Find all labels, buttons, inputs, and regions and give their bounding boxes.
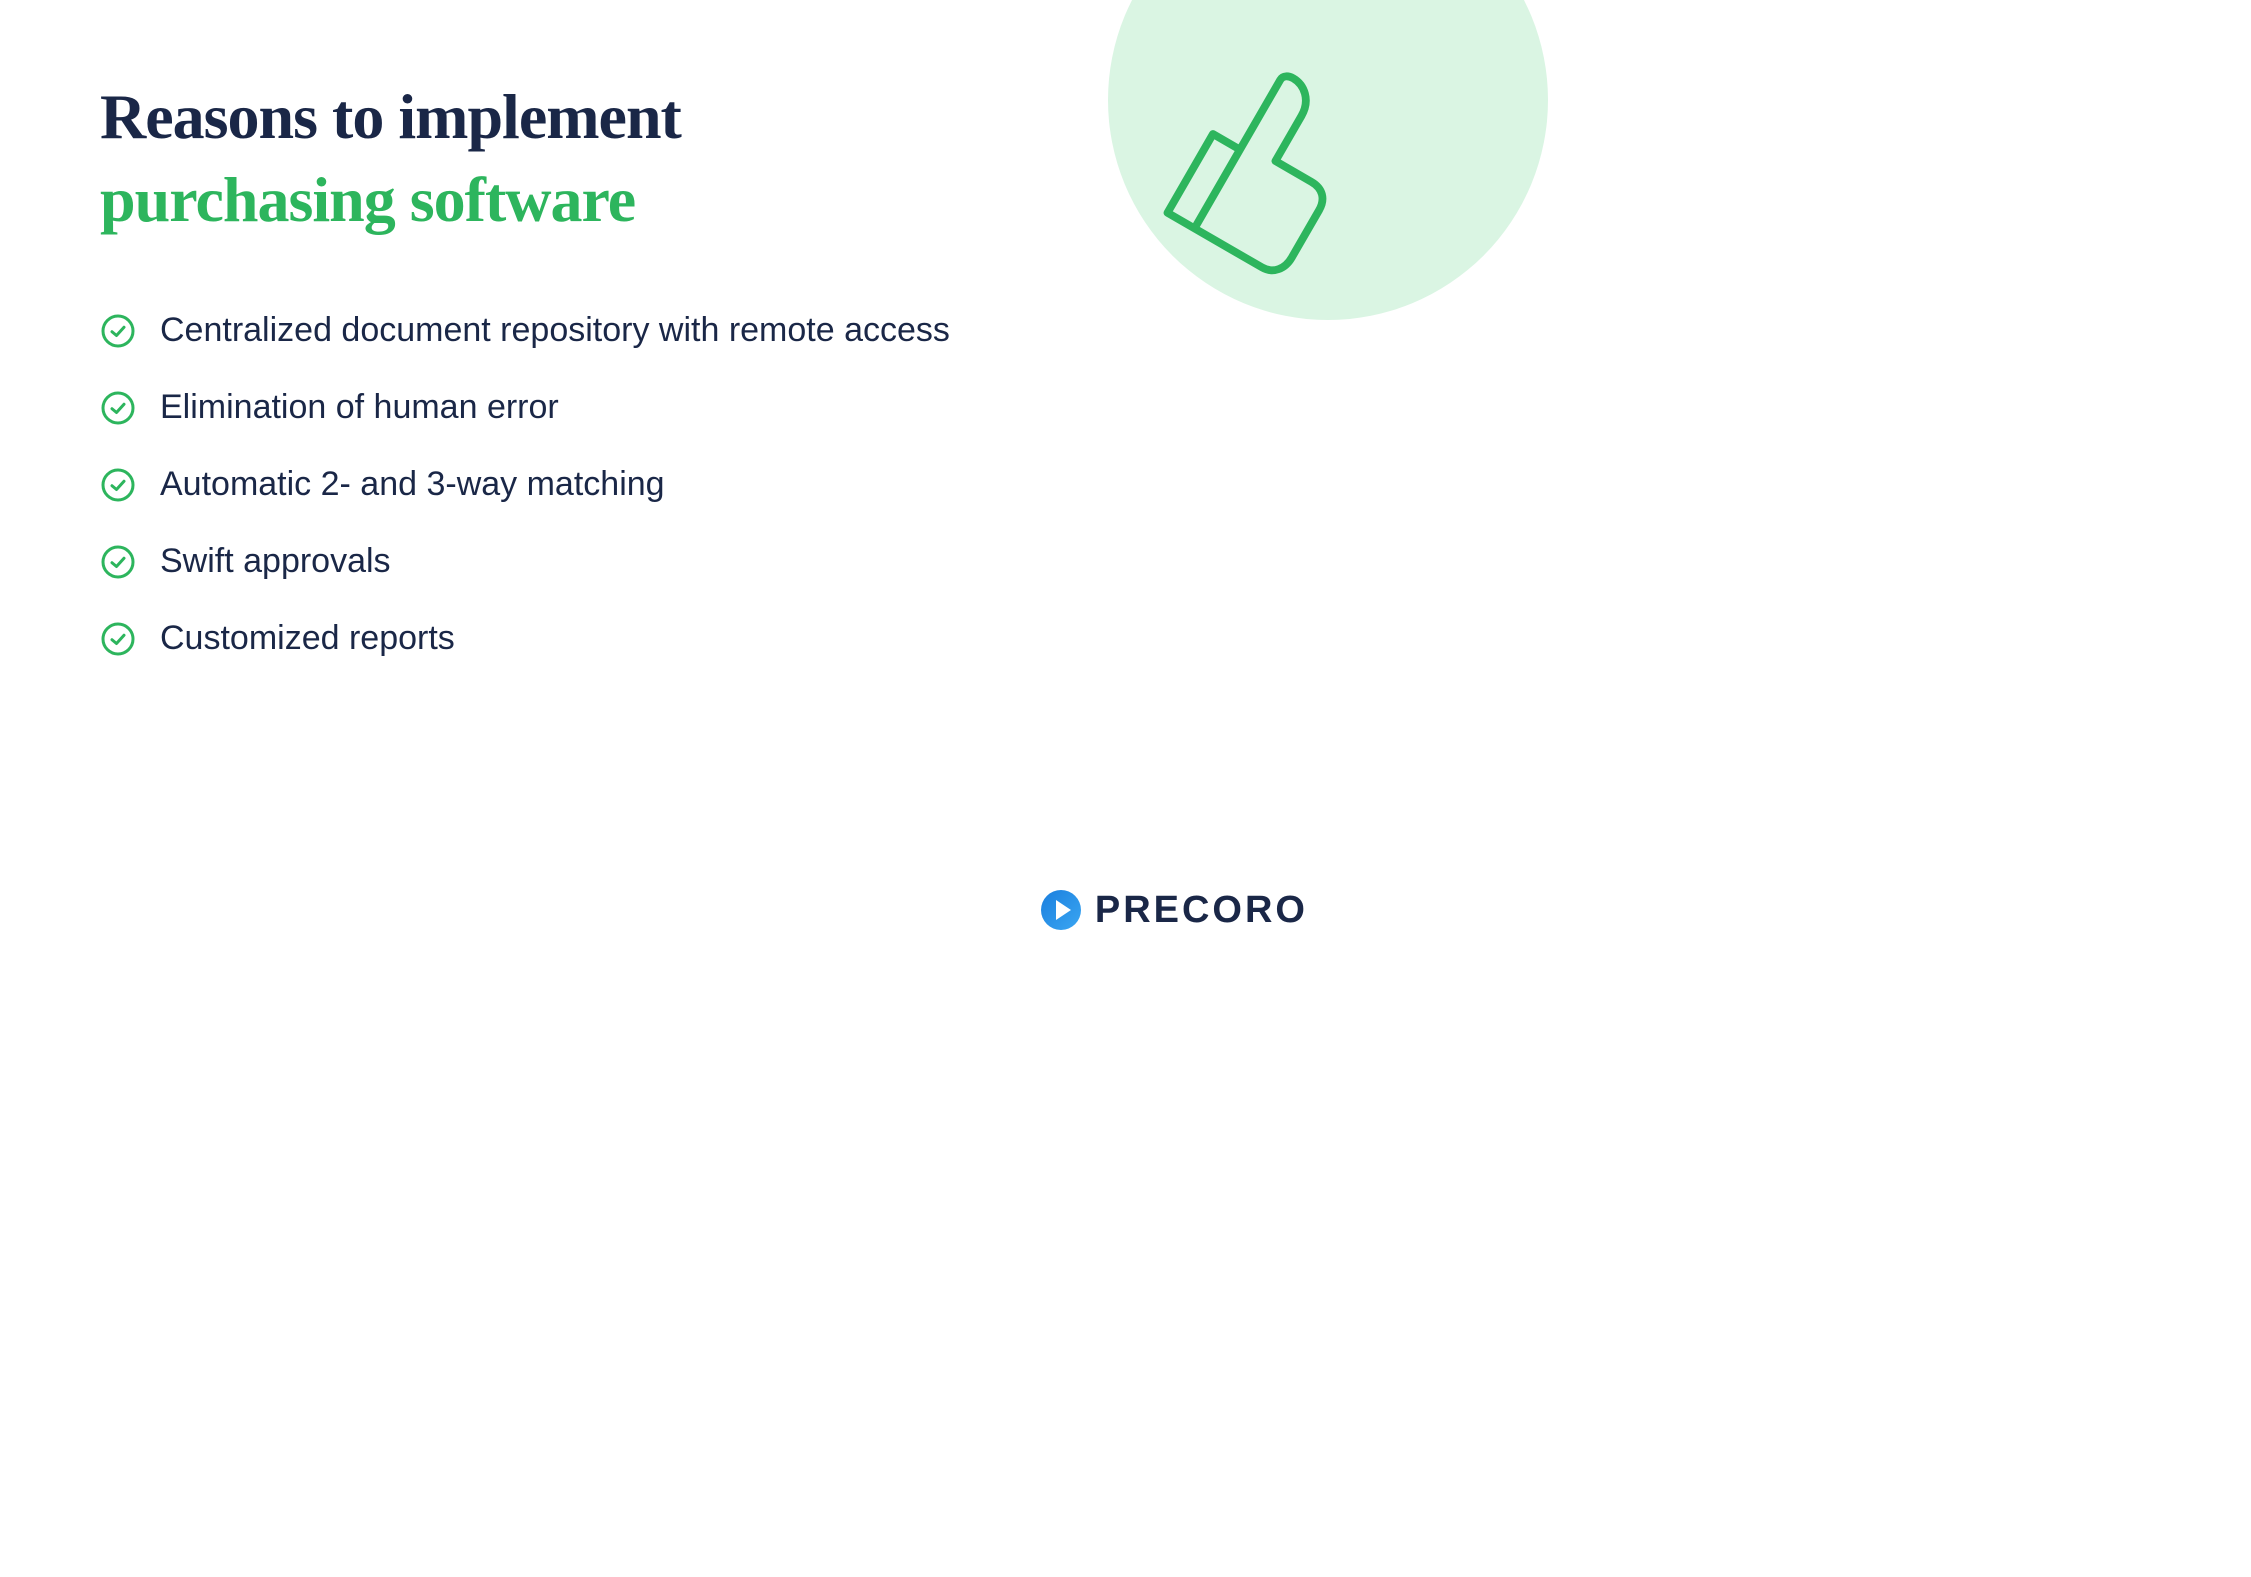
slide-title: Reasons to implement purchasing software — [100, 75, 1308, 241]
check-circle-icon — [100, 313, 136, 349]
list-item-text: Customized reports — [160, 619, 455, 658]
list-item: Centralized document repository with rem… — [100, 311, 1308, 350]
check-circle-icon — [100, 621, 136, 657]
list-item-text: Elimination of human error — [160, 388, 559, 427]
list-item: Automatic 2- and 3-way matching — [100, 465, 1308, 504]
brand-logo: PRECORO — [1039, 888, 1308, 932]
logo-mark-icon — [1039, 888, 1083, 932]
check-circle-icon — [100, 467, 136, 503]
thumbs-up-icon — [1128, 30, 1388, 290]
brand-name: PRECORO — [1095, 889, 1308, 932]
title-line-2: purchasing software — [100, 158, 1308, 241]
list-item-text: Swift approvals — [160, 542, 391, 581]
reasons-list: Centralized document repository with rem… — [100, 311, 1308, 658]
list-item-text: Automatic 2- and 3-way matching — [160, 465, 665, 504]
title-line-1: Reasons to implement — [100, 75, 1308, 158]
list-item-text: Centralized document repository with rem… — [160, 311, 950, 350]
list-item: Customized reports — [100, 619, 1308, 658]
check-circle-icon — [100, 390, 136, 426]
list-item: Swift approvals — [100, 542, 1308, 581]
list-item: Elimination of human error — [100, 388, 1308, 427]
check-circle-icon — [100, 544, 136, 580]
